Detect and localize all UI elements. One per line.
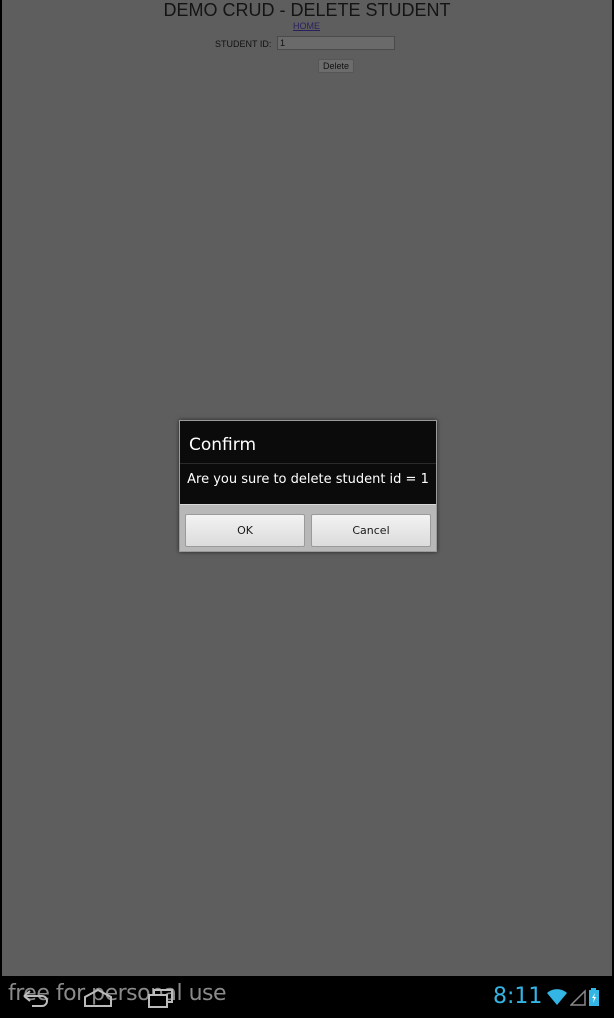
dialog-title: Confirm [189, 435, 257, 455]
home-icon[interactable] [82, 988, 114, 1013]
student-id-label: STUDENT ID: [215, 39, 272, 49]
screen: DEMO CRUD - DELETE STUDENT HOME STUDENT … [0, 0, 614, 1018]
back-icon[interactable] [20, 988, 50, 1013]
recent-apps-icon[interactable] [146, 988, 176, 1013]
dialog-button-bar: OK Cancel [180, 504, 436, 551]
ok-button[interactable]: OK [185, 514, 305, 547]
wifi-icon [546, 988, 568, 1011]
battery-icon [588, 988, 600, 1011]
page-title: DEMO CRUD - DELETE STUDENT [163, 0, 451, 20]
confirm-dialog: Confirm Are you sure to delete student i… [179, 420, 437, 552]
cancel-button[interactable]: Cancel [311, 514, 431, 547]
student-id-input[interactable]: 1 [277, 36, 395, 50]
delete-button[interactable]: Delete [318, 59, 354, 73]
home-link[interactable]: HOME [293, 20, 320, 32]
clock: 8:11 [493, 984, 543, 1009]
dialog-message: Are you sure to delete student id = 1 [187, 472, 429, 487]
signal-icon [569, 988, 586, 1011]
navigation-bar: free for personal use 8:11 [0, 976, 614, 1018]
dialog-divider [180, 463, 436, 464]
